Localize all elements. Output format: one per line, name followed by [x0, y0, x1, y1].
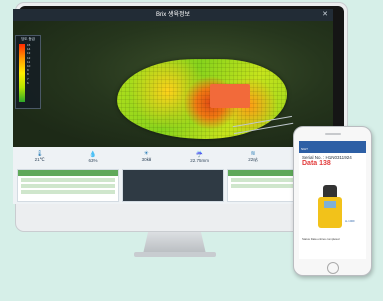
home-button[interactable]	[327, 262, 339, 274]
dashboard-screen: Brix 생육정보 ✕ 당도 등급 15 14 13 12 11 10 9 8 …	[13, 9, 333, 204]
status-line: Status Data entries completed	[302, 237, 340, 241]
phone-speaker	[325, 133, 341, 135]
weather-value: 21℃	[34, 157, 45, 162]
weather-value: 30㎾	[141, 157, 152, 162]
weather-solar: ☀ 30㎾	[120, 147, 173, 167]
monitor-stand	[143, 232, 206, 254]
legend-title: 당도 등급	[21, 37, 35, 41]
phone-nav-bar[interactable]: NIHT	[299, 146, 366, 153]
measurement-list-panel[interactable]	[17, 169, 119, 202]
field-photo-panel[interactable]	[122, 169, 224, 202]
phone-screen: NIHT Serial No. : H1N0311924 Data 138 H-…	[299, 141, 366, 259]
weather-wind: ≋ 22㎧	[226, 147, 279, 167]
weather-humidity: 💧 63%	[66, 147, 119, 167]
close-icon[interactable]: ✕	[322, 9, 328, 21]
weather-temperature: 🌡 21℃	[13, 147, 66, 167]
window-titlebar: Brix 생육정보 ✕	[13, 9, 333, 21]
monitor-foot	[134, 252, 216, 257]
legend-colorbar	[19, 44, 25, 102]
data-value: Data 138	[302, 160, 331, 167]
dashboard-panels	[17, 169, 329, 202]
weather-strip: 🌡 21℃ 💧 63% ☀ 30㎾ ☔ 22.75mm ≋ 22㎧ ⊕ 180	[13, 147, 333, 167]
list-item[interactable]	[21, 178, 115, 182]
device-display	[324, 201, 336, 208]
panel-header	[18, 170, 118, 176]
weather-rain: ☔ 22.75mm	[173, 147, 226, 167]
satellite-map[interactable]: 당도 등급 15 14 13 12 11 10 9 8 7 6	[13, 21, 333, 147]
weather-value: 63%	[88, 157, 98, 163]
legend-tick: 6	[27, 80, 29, 85]
weather-value: 22㎧	[248, 157, 258, 162]
model-label: H-100F	[345, 219, 356, 223]
list-item[interactable]	[21, 190, 115, 194]
legend-tick: 13	[27, 51, 31, 56]
brix-legend: 당도 등급 15 14 13 12 11 10 9 8 7 6	[15, 35, 41, 109]
field-info-popup[interactable]	[210, 84, 250, 108]
weather-value: 22.75mm	[190, 157, 210, 163]
dashboard-panel: 🌡 21℃ 💧 63% ☀ 30㎾ ☔ 22.75mm ≋ 22㎧ ⊕ 180	[13, 147, 333, 204]
list-item[interactable]	[21, 184, 115, 188]
legend-ticks: 15 14 13 12 11 10 9 8 7 6	[27, 43, 30, 85]
brix-meter-device-image	[318, 185, 342, 228]
smartphone: NIHT Serial No. : H1N0311924 Data 138 H-…	[293, 126, 372, 276]
window-title: Brix 생육정보	[155, 12, 191, 18]
